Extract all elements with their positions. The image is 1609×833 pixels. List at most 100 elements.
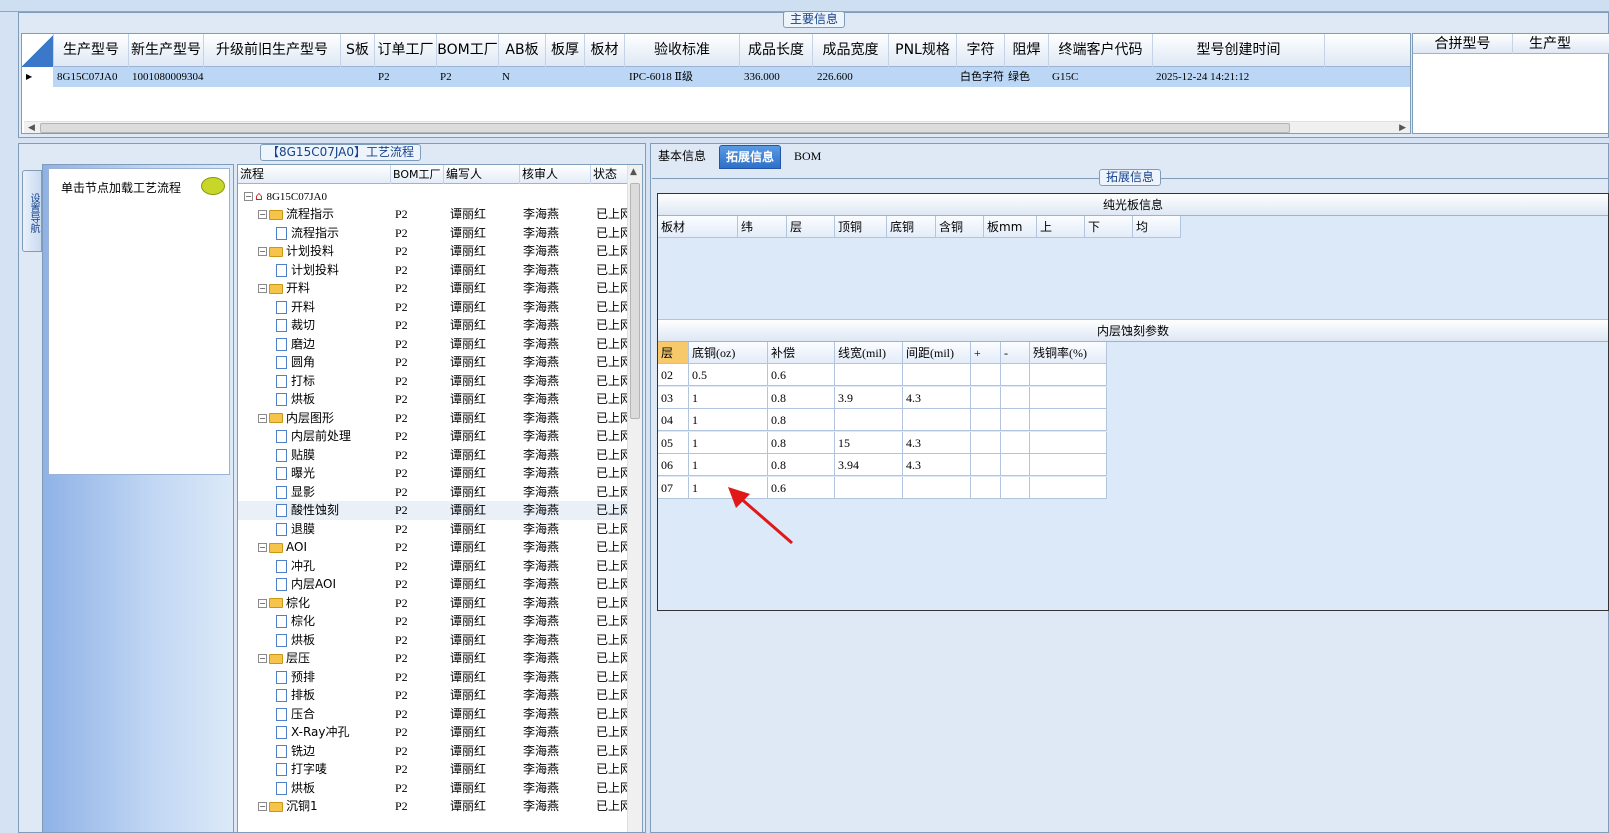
bare-board-col-header[interactable]: 上 [1037, 216, 1085, 238]
etch-cell[interactable] [1030, 454, 1107, 476]
table-cell[interactable]: 10010800093042 [129, 67, 204, 87]
tree-row[interactable]: 棕化 P2 谭丽红 李海燕 已上网 [238, 612, 628, 631]
col-header-2[interactable]: 升级前旧生产型号 [204, 34, 341, 67]
col-header-14[interactable]: 阻焊 [1005, 34, 1049, 67]
etch-cell[interactable] [903, 409, 971, 431]
col-header-bom-factory[interactable]: BOM工厂 [391, 165, 444, 184]
etch-cell[interactable]: 0.5 [689, 364, 768, 386]
table-cell[interactable]: G15C [1049, 67, 1153, 87]
col-header-8[interactable]: 板材 [585, 34, 625, 67]
tree-row[interactable]: 内层AOI P2 谭丽红 李海燕 已上网 [238, 575, 628, 594]
etch-layer-cell[interactable]: 07 [658, 476, 689, 499]
tree-row[interactable]: 打标 P2 谭丽红 李海燕 已上网 [238, 372, 628, 391]
tree-row[interactable]: 磨边 P2 谭丽红 李海燕 已上网 [238, 335, 628, 354]
etch-cell[interactable]: 1 [689, 386, 768, 409]
etch-cell[interactable]: 4.3 [903, 454, 971, 476]
etch-cell[interactable] [971, 454, 1001, 476]
etch-cell[interactable] [835, 476, 903, 499]
etch-cell[interactable] [971, 409, 1001, 431]
table-cell[interactable]: N [499, 67, 546, 87]
tree-row[interactable]: 预排 P2 谭丽红 李海燕 已上网 [238, 668, 628, 687]
tree-root-row[interactable]: − ⌂ 8G15C07JA0 [238, 187, 628, 206]
collapse-icon[interactable]: − [258, 802, 267, 811]
tree-row[interactable]: 烘板 P2 谭丽红 李海燕 已上网 [238, 779, 628, 798]
etch-col-header[interactable]: 底铜(oz) [689, 342, 768, 364]
etch-cell[interactable] [971, 386, 1001, 409]
table-cell[interactable]: P2 [437, 67, 499, 87]
bare-board-col-header[interactable]: 顶铜 [835, 216, 887, 238]
tree-row[interactable]: 退膜 P2 谭丽红 李海燕 已上网 [238, 520, 628, 539]
etch-cell[interactable]: 0.8 [768, 454, 835, 476]
tree-row[interactable]: 烘板 P2 谭丽红 李海燕 已上网 [238, 631, 628, 650]
collapse-icon[interactable]: − [258, 284, 267, 293]
horizontal-scrollbar[interactable]: ◀ ▶ [24, 121, 1410, 133]
tree-row[interactable]: 开料 P2 谭丽红 李海燕 已上网 [238, 298, 628, 317]
table-cell[interactable]: 绿色 [1005, 67, 1049, 87]
table-cell[interactable]: IPC-6018 Ⅱ级 [625, 67, 740, 87]
table-cell[interactable]: 2025-12-24 14:21:12 [1153, 67, 1325, 87]
table-cell[interactable]: 白色字符 [957, 67, 1005, 87]
etch-cell[interactable]: 3.9 [835, 386, 903, 409]
vertical-scrollbar[interactable]: ▲ [627, 165, 642, 832]
etch-cell[interactable] [903, 364, 971, 386]
col-header-3[interactable]: S板 [341, 34, 375, 67]
bare-board-col-header[interactable]: 底铜 [887, 216, 936, 238]
col-header-12[interactable]: PNL规格 [889, 34, 957, 67]
tree-row[interactable]: 计划投料 P2 谭丽红 李海燕 已上网 [238, 261, 628, 280]
tree-row[interactable]: − 内层图形 P2 谭丽红 李海燕 已上网 [238, 409, 628, 428]
tree-row[interactable]: 流程指示 P2 谭丽红 李海燕 已上网 [238, 224, 628, 243]
etch-layer-cell[interactable]: 04 [658, 409, 689, 431]
etch-layer-cell[interactable]: 03 [658, 386, 689, 409]
collapse-icon[interactable]: − [244, 192, 253, 201]
collapse-icon[interactable]: − [258, 598, 267, 608]
etch-cell[interactable]: 15 [835, 431, 903, 454]
etch-cell[interactable]: 0.8 [768, 431, 835, 454]
bare-board-col-header[interactable]: 板材 [658, 216, 738, 238]
etch-layer-cell[interactable]: 06 [658, 454, 689, 476]
etch-cell[interactable]: 1 [689, 454, 768, 476]
merge-model-grid[interactable]: 合拼型号 生产型 [1412, 33, 1609, 134]
etch-cell[interactable] [1030, 364, 1107, 386]
etch-cell[interactable]: 1 [689, 409, 768, 431]
etch-layer-cell[interactable]: 02 [658, 364, 689, 386]
tab-bom[interactable]: BOM [788, 145, 827, 169]
tree-row[interactable]: 冲孔 P2 谭丽红 李海燕 已上网 [238, 557, 628, 576]
etch-cell[interactable] [835, 409, 903, 431]
col-header-prod-model-2[interactable]: 生产型 [1513, 34, 1609, 54]
tree-row[interactable]: 裁切 P2 谭丽红 李海燕 已上网 [238, 316, 628, 335]
etch-cell[interactable] [1030, 409, 1107, 431]
tree-row[interactable]: 压合 P2 谭丽红 李海燕 已上网 [238, 705, 628, 724]
col-header-4[interactable]: 订单工厂 [375, 34, 437, 67]
tree-row[interactable]: 排板 P2 谭丽红 李海燕 已上网 [238, 686, 628, 705]
tree-row[interactable]: − 层压 P2 谭丽红 李海燕 已上网 [238, 649, 628, 668]
etch-col-header[interactable]: + [971, 342, 1001, 364]
tree-row[interactable]: 酸性蚀刻 P2 谭丽红 李海燕 已上网 [238, 501, 628, 520]
collapse-icon[interactable]: − [258, 210, 267, 219]
tree-row[interactable]: − 流程指示 P2 谭丽红 李海燕 已上网 [238, 205, 628, 224]
tree-row[interactable]: 圆角 P2 谭丽红 李海燕 已上网 [238, 353, 628, 372]
tree-row[interactable]: 铣边 P2 谭丽红 李海燕 已上网 [238, 742, 628, 761]
bare-board-col-header[interactable]: 含铜 [936, 216, 984, 238]
tree-row[interactable]: 烘板 P2 谭丽红 李海燕 已上网 [238, 390, 628, 409]
etch-cell[interactable] [1001, 476, 1030, 499]
table-row[interactable]: ▶ 8G15C07JA0 10010800093042 P2 P2 N IPC-6018 … [22, 67, 1410, 87]
col-header-10[interactable]: 成品长度 [740, 34, 813, 67]
collapse-icon[interactable]: − [258, 543, 267, 552]
tree-row[interactable]: 显影 P2 谭丽红 李海燕 已上网 [238, 483, 628, 502]
etch-cell[interactable]: 0.8 [768, 409, 835, 431]
col-header-writer[interactable]: 编写人 [444, 165, 520, 184]
tree-row[interactable]: − 开料 P2 谭丽红 李海燕 已上网 [238, 279, 628, 298]
nav-settings-tab[interactable]: 设置导航 [22, 170, 42, 252]
etch-cell[interactable] [971, 476, 1001, 499]
bare-board-col-header[interactable]: 均 [1133, 216, 1181, 238]
bare-board-col-header[interactable]: 板mm [984, 216, 1037, 238]
etch-col-header[interactable]: 线宽(mil) [835, 342, 903, 364]
etch-cell[interactable]: 3.94 [835, 454, 903, 476]
bare-board-col-header[interactable]: 纬 [738, 216, 787, 238]
etch-cell[interactable] [1030, 431, 1107, 454]
tab-basic-info[interactable]: 基本信息 [652, 145, 712, 169]
tree-row[interactable]: 打字唛 P2 谭丽红 李海燕 已上网 [238, 760, 628, 779]
etch-cell[interactable] [971, 431, 1001, 454]
col-header-status[interactable]: 状态 [591, 165, 628, 184]
etch-cell[interactable] [971, 364, 1001, 386]
